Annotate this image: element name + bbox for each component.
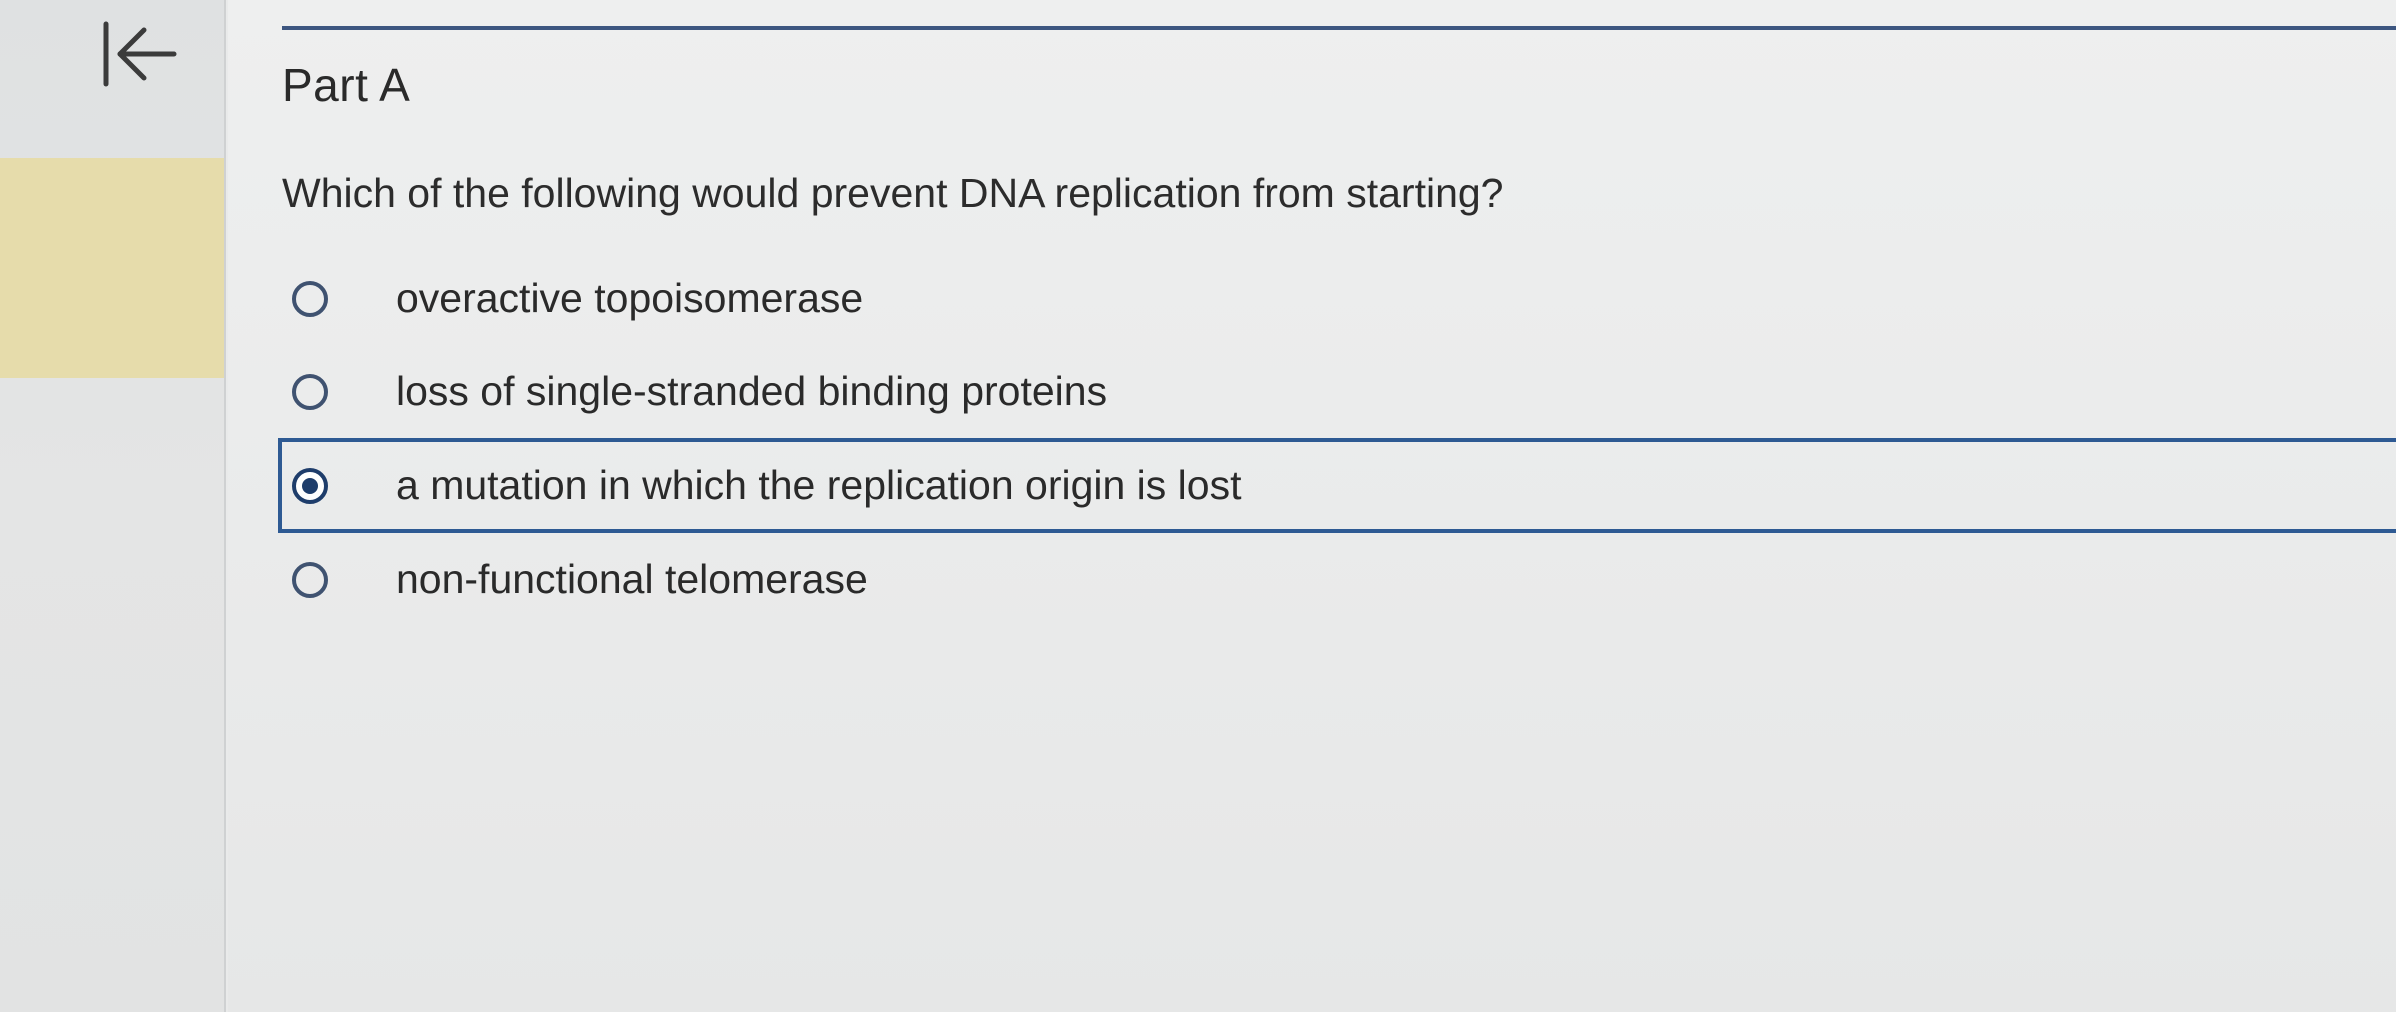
radio-button[interactable]	[292, 373, 328, 410]
question-panel: Part A Which of the following would prev…	[228, 0, 2396, 1012]
radio-button[interactable]	[292, 280, 328, 317]
sidebar-active-item[interactable]	[0, 158, 224, 378]
answer-option-label: non-functional telomerase	[396, 556, 868, 602]
answer-option[interactable]: non-functional telomerase	[282, 533, 2396, 626]
answer-option-label: loss of single-stranded binding proteins	[396, 368, 1108, 414]
answer-option[interactable]: loss of single-stranded binding proteins	[282, 345, 2396, 438]
answer-option[interactable]: overactive topoisomerase	[282, 252, 2396, 345]
part-title: Part A	[282, 59, 411, 111]
divider	[282, 26, 2396, 30]
answer-option-label: overactive topoisomerase	[396, 275, 864, 321]
collapse-sidebar-button[interactable]	[92, 12, 188, 96]
answer-option-label: a mutation in which the replication orig…	[396, 462, 1242, 508]
collapse-left-icon	[103, 21, 177, 87]
answer-options: overactive topoisomerase loss of single-…	[278, 252, 2396, 626]
question-text: Which of the following would prevent DNA…	[282, 170, 1504, 216]
radio-button[interactable]	[292, 561, 328, 598]
sidebar	[0, 0, 226, 1012]
radio-button-selected[interactable]	[292, 467, 328, 504]
answer-option-selected[interactable]: a mutation in which the replication orig…	[278, 438, 2396, 533]
